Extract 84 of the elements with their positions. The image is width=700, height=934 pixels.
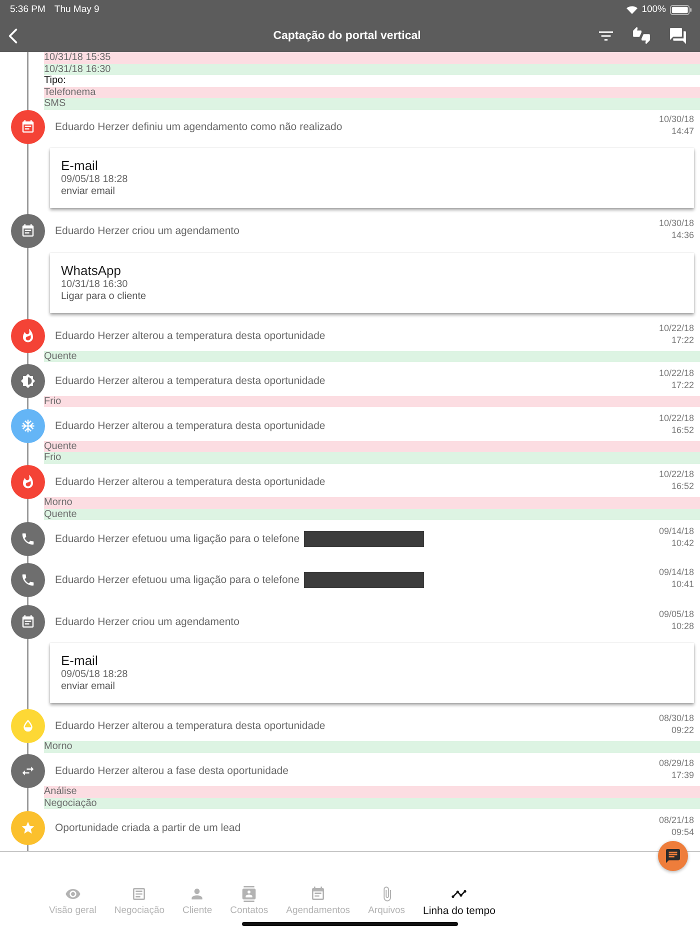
event-time: 09:54 — [671, 826, 694, 838]
event-date: 09/14/18 — [658, 566, 694, 578]
event-time: 17:22 — [671, 378, 694, 390]
card-title: WhatsApp — [61, 262, 121, 278]
card-title: E-mail — [61, 158, 98, 174]
event-text: Eduardo Herzer alterou a temperatura desta oportunidade — [55, 420, 326, 432]
old-value: Morno — [44, 497, 700, 508]
status-date: Thu May 9 — [54, 4, 100, 15]
event-text: Eduardo Herzer alterou a temperatura desta oportunidade — [55, 720, 326, 732]
appointment-card[interactable]: WhatsApp 10/31/18 16:30 Ligar para o cliente — [50, 252, 694, 312]
event-date: 10/22/18 — [658, 366, 694, 378]
event-text: Eduardo Herzer definiu um agendamento como não realizado — [55, 120, 342, 132]
appointment-card[interactable]: E-mail 09/05/18 18:28 enviar email — [50, 643, 694, 703]
event-date: 09/05/18 — [658, 608, 694, 620]
event-time: 17:39 — [671, 769, 694, 781]
card-title: E-mail — [61, 653, 98, 669]
message-icon — [666, 849, 680, 863]
event-time: 14:47 — [671, 124, 694, 136]
tab[interactable]: Agendamentos — [286, 886, 350, 917]
battery-icon — [670, 4, 692, 14]
filter-icon[interactable] — [599, 30, 613, 40]
event-date: 08/21/18 — [658, 814, 694, 826]
new-value: 10/31/18 16:30 — [44, 64, 700, 75]
old-value: 10/31/18 15:35 — [44, 52, 700, 64]
appointment-card[interactable]: E-mail 09/05/18 18:28 enviar email — [50, 148, 694, 208]
event-time: 10:42 — [671, 536, 694, 548]
event-text: Eduardo Herzer criou um agendamento — [55, 616, 240, 628]
event-date: 08/29/18 — [658, 757, 694, 769]
event-date: 08/30/18 — [658, 712, 694, 724]
tab[interactable]: Visão geral — [49, 886, 96, 917]
card-date: 10/31/18 16:30 — [61, 278, 128, 290]
chat-bubbles-icon[interactable] — [670, 28, 686, 44]
wifi-icon — [626, 5, 638, 14]
event-time: 14:36 — [671, 229, 694, 241]
event-time: 16:52 — [671, 480, 694, 492]
event-time: 10:41 — [671, 578, 694, 590]
new-value: Morno — [44, 741, 700, 752]
new-value: Negociação — [44, 798, 700, 809]
event-text: Eduardo Herzer alterou a temperatura desta oportunidade — [55, 476, 326, 488]
event-text: Oportunidade criada a partir de um lead — [55, 822, 241, 834]
event-text: Eduardo Herzer alterou a fase desta oportunidade — [55, 765, 288, 777]
tab[interactable]: Negociação — [114, 886, 165, 917]
old-value: Telefonema — [44, 86, 700, 98]
thumbs-up-down-icon[interactable] — [633, 27, 650, 44]
new-value: SMS — [44, 98, 700, 110]
old-value: Análise — [44, 786, 700, 798]
tab[interactable]: Arquivos — [368, 886, 406, 917]
card-description: enviar email — [61, 681, 115, 693]
tab[interactable]: Linha do tempo — [423, 886, 496, 917]
event-text: Eduardo Herzer criou um agendamento — [55, 225, 240, 237]
document-icon — [131, 886, 148, 902]
card-description: Ligar para o cliente — [61, 290, 146, 302]
person-icon — [189, 886, 206, 902]
page-title: Captação do portal vertical — [273, 30, 421, 42]
event-time: 16:52 — [671, 424, 694, 436]
event-text: Eduardo Herzer alterou a temperatura desta oportunidade — [55, 374, 326, 386]
old-value: Frio — [44, 396, 700, 407]
event-date: 09/14/18 — [658, 524, 694, 536]
event-date: 10/22/18 — [658, 468, 694, 480]
back-icon[interactable] — [8, 28, 18, 44]
event-text: Eduardo Herzer alterou a temperatura desta oportunidade — [55, 330, 326, 342]
new-value: Quente — [44, 508, 700, 520]
contact-card-icon — [241, 886, 258, 902]
eye-icon — [64, 886, 81, 902]
tab[interactable]: Cliente — [182, 886, 212, 917]
new-value: Quente — [44, 350, 700, 362]
event-date: 10/22/18 — [658, 412, 694, 424]
event-text: Eduardo Herzer efetuou uma ligação para o telefone — [55, 532, 300, 544]
new-value: Frio — [44, 452, 700, 464]
card-date: 09/05/18 18:28 — [61, 174, 128, 186]
card-date: 09/05/18 18:28 — [61, 669, 128, 681]
old-value: Quente — [44, 440, 700, 452]
event-time: 09:22 — [671, 724, 694, 736]
event-date: 10/30/18 — [658, 217, 694, 229]
battery-percent: 100% — [642, 4, 666, 15]
card-description: enviar email — [61, 186, 115, 198]
event-date: 10/22/18 — [658, 322, 694, 334]
status-time: 5:36 PM — [10, 4, 46, 15]
event-text: Eduardo Herzer efetuou uma ligação para o telefone — [55, 574, 300, 586]
calendar-icon — [310, 886, 326, 902]
event-date: 10/30/18 — [658, 112, 694, 124]
event-time: 17:22 — [671, 334, 694, 346]
tab[interactable]: Contatos — [230, 886, 268, 917]
event-time: 10:28 — [671, 620, 694, 632]
